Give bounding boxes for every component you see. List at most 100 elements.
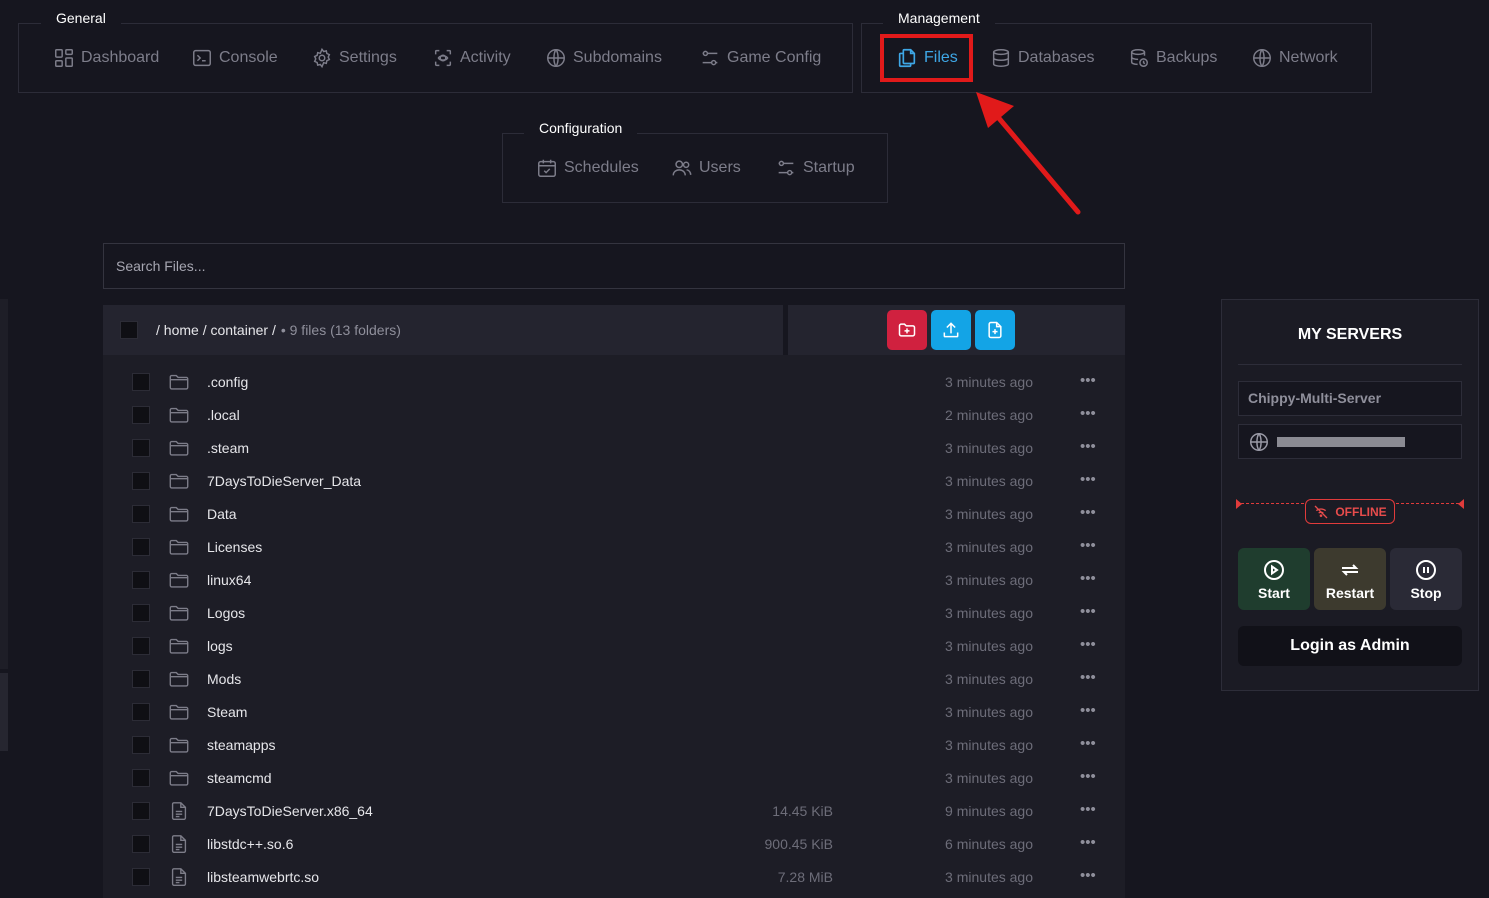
nav-item-databases[interactable]: Databases <box>990 24 1095 92</box>
row-menu-icon[interactable]: ••• <box>1080 768 1096 785</box>
nav-item-schedules[interactable]: Schedules <box>536 134 639 202</box>
breadcrumb[interactable]: / home / container / <box>156 322 276 338</box>
row-checkbox[interactable] <box>132 637 150 655</box>
file-modified: 9 minutes ago <box>945 803 1033 819</box>
upload-button[interactable] <box>931 310 971 350</box>
row-checkbox[interactable] <box>132 736 150 754</box>
file-name[interactable]: Data <box>207 506 237 522</box>
row-checkbox[interactable] <box>132 472 150 490</box>
start-button[interactable]: Start <box>1238 548 1310 610</box>
file-row[interactable]: libsteamwebrtc.so 7.28 MiB 3 minutes ago ••… <box>103 861 1125 894</box>
file-row[interactable]: 7DaysToDieServer.x86_64 14.45 KiB 9 minute… <box>103 795 1125 828</box>
left-scroll-track <box>0 299 8 669</box>
row-menu-icon[interactable]: ••• <box>1080 438 1096 455</box>
row-menu-icon[interactable]: ••• <box>1080 471 1096 488</box>
file-name[interactable]: .steam <box>207 440 249 456</box>
nav-item-network[interactable]: Network <box>1251 24 1338 92</box>
row-checkbox[interactable] <box>132 373 150 391</box>
file-row[interactable]: logs 3 minutes ago ••• <box>103 630 1125 663</box>
file-row[interactable]: 7DaysToDieServer_Data 3 minutes ago ••• <box>103 465 1125 498</box>
row-checkbox[interactable] <box>132 802 150 820</box>
nav-item-console[interactable]: Console <box>191 24 278 92</box>
row-checkbox[interactable] <box>132 505 150 523</box>
file-row[interactable]: Logos 3 minutes ago ••• <box>103 597 1125 630</box>
nav-item-settings[interactable]: Settings <box>311 24 397 92</box>
status-divider-left-marker <box>1236 499 1242 509</box>
file-row[interactable]: steamapps 3 minutes ago ••• <box>103 729 1125 762</box>
row-checkbox[interactable] <box>132 670 150 688</box>
row-checkbox[interactable] <box>132 538 150 556</box>
file-row[interactable]: .steam 3 minutes ago ••• <box>103 432 1125 465</box>
row-menu-icon[interactable]: ••• <box>1080 702 1096 719</box>
play-icon <box>1264 559 1284 580</box>
file-row[interactable]: Data 3 minutes ago ••• <box>103 498 1125 531</box>
folder-icon <box>168 470 190 492</box>
server-name-field[interactable]: Chippy-Multi-Server <box>1238 381 1462 416</box>
row-checkbox[interactable] <box>132 571 150 589</box>
file-icon <box>168 800 190 822</box>
login-as-admin-button[interactable]: Login as Admin <box>1238 626 1462 666</box>
nav-item-backups[interactable]: Backups <box>1128 24 1217 92</box>
row-menu-icon[interactable]: ••• <box>1080 867 1096 884</box>
row-checkbox[interactable] <box>132 769 150 787</box>
file-name[interactable]: 7DaysToDieServer.x86_64 <box>207 803 373 819</box>
row-checkbox[interactable] <box>132 868 150 886</box>
file-name[interactable]: libstdc++.so.6 <box>207 836 293 852</box>
file-row[interactable]: .local 2 minutes ago ••• <box>103 399 1125 432</box>
row-menu-icon[interactable]: ••• <box>1080 570 1096 587</box>
restart-button[interactable]: Restart <box>1314 548 1386 610</box>
file-name[interactable]: .config <box>207 374 248 390</box>
file-name[interactable]: .local <box>207 407 240 423</box>
file-row[interactable]: linux64 3 minutes ago ••• <box>103 564 1125 597</box>
row-menu-icon[interactable]: ••• <box>1080 405 1096 422</box>
file-name[interactable]: libsteamwebrtc.so <box>207 869 319 885</box>
file-name[interactable]: Mods <box>207 671 241 687</box>
file-row[interactable]: Mods 3 minutes ago ••• <box>103 663 1125 696</box>
new-file-button[interactable] <box>975 310 1015 350</box>
row-checkbox[interactable] <box>132 406 150 424</box>
file-row[interactable]: libstdc++.so.6 900.45 KiB 6 minutes ago ••• <box>103 828 1125 861</box>
file-modified: 3 minutes ago <box>945 572 1033 588</box>
row-menu-icon[interactable]: ••• <box>1080 669 1096 686</box>
nav-item-dashboard[interactable]: Dashboard <box>53 24 159 92</box>
status-divider-right-marker <box>1458 499 1464 509</box>
row-menu-icon[interactable]: ••• <box>1080 735 1096 752</box>
nav-item-subdomains[interactable]: Subdomains <box>545 24 662 92</box>
file-name[interactable]: steamapps <box>207 737 275 753</box>
file-row[interactable]: Steam 3 minutes ago ••• <box>103 696 1125 729</box>
file-name[interactable]: 7DaysToDieServer_Data <box>207 473 361 489</box>
stop-button[interactable]: Stop <box>1390 548 1462 610</box>
nav-item-users[interactable]: Users <box>671 134 741 202</box>
file-name[interactable]: linux64 <box>207 572 251 588</box>
nav-item-dashboard-label: Dashboard <box>81 49 160 66</box>
row-menu-icon[interactable]: ••• <box>1080 372 1096 389</box>
row-menu-icon[interactable]: ••• <box>1080 636 1096 653</box>
folder-icon <box>168 437 190 459</box>
file-name[interactable]: steamcmd <box>207 770 272 786</box>
row-checkbox[interactable] <box>132 439 150 457</box>
search-files-input[interactable] <box>103 243 1125 289</box>
file-row[interactable]: .config 3 minutes ago ••• <box>103 366 1125 399</box>
row-checkbox[interactable] <box>132 835 150 853</box>
create-folder-button[interactable] <box>887 310 927 350</box>
file-name[interactable]: logs <box>207 638 233 654</box>
status-text: OFFLINE <box>1335 504 1387 519</box>
file-row[interactable]: Licenses 3 minutes ago ••• <box>103 531 1125 564</box>
file-name[interactable]: Licenses <box>207 539 262 555</box>
left-scroll-thumb[interactable] <box>0 673 8 751</box>
file-name[interactable]: Steam <box>207 704 247 720</box>
row-checkbox[interactable] <box>132 604 150 622</box>
row-menu-icon[interactable]: ••• <box>1080 504 1096 521</box>
row-menu-icon[interactable]: ••• <box>1080 801 1096 818</box>
row-menu-icon[interactable]: ••• <box>1080 834 1096 851</box>
file-row[interactable]: steamcmd 3 minutes ago ••• <box>103 762 1125 795</box>
nav-item-activity[interactable]: Activity <box>432 24 511 92</box>
row-checkbox[interactable] <box>132 703 150 721</box>
select-all-checkbox[interactable] <box>120 321 138 339</box>
row-menu-icon[interactable]: ••• <box>1080 603 1096 620</box>
row-menu-icon[interactable]: ••• <box>1080 537 1096 554</box>
nav-item-startup[interactable]: Startup <box>775 134 855 202</box>
file-name[interactable]: Logos <box>207 605 245 621</box>
nav-item-game-config[interactable]: Game Config <box>699 24 821 92</box>
server-address-field[interactable] <box>1238 424 1462 459</box>
